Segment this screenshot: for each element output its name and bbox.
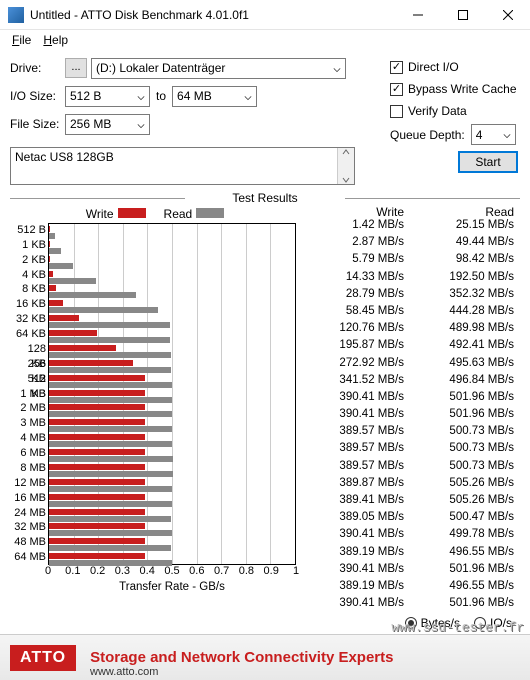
verify-data-checkbox[interactable]: Verify Data xyxy=(390,100,520,122)
table-row: 389.19 MB/s496.55 MB/s xyxy=(300,546,520,563)
chevron-up-icon xyxy=(342,148,350,156)
direct-io-checkbox[interactable]: Direct I/O xyxy=(390,56,520,78)
table-row: 1.42 MB/s25.15 MB/s xyxy=(300,219,520,236)
results-header: Test Results xyxy=(10,191,520,205)
device-textarea[interactable]: Netac US8 128GB xyxy=(10,147,355,185)
bar-chart: 00.10.20.30.40.50.60.70.80.91 Transfer R… xyxy=(10,223,300,593)
queue-depth-select[interactable]: 4 xyxy=(471,124,516,145)
drive-select[interactable]: (D:) Lokaler Datenträger xyxy=(91,58,346,79)
table-row: 2.87 MB/s49.44 MB/s xyxy=(300,236,520,253)
x-axis-title: Transfer Rate - GB/s xyxy=(48,581,296,593)
window-title: Untitled - ATTO Disk Benchmark 4.01.0f1 xyxy=(30,8,395,22)
table-row: 389.57 MB/s500.73 MB/s xyxy=(300,442,520,459)
footer-url: www.atto.com xyxy=(90,666,158,678)
chart-legend: Write Read xyxy=(10,205,300,223)
filesize-label: File Size: xyxy=(10,117,65,131)
table-row: 272.92 MB/s495.63 MB/s xyxy=(300,357,520,374)
scrollbar[interactable] xyxy=(337,148,354,184)
table-row: 390.41 MB/s501.96 MB/s xyxy=(300,563,520,580)
table-row: 389.19 MB/s496.55 MB/s xyxy=(300,580,520,597)
table-row: 14.33 MB/s192.50 MB/s xyxy=(300,271,520,288)
chevron-down-icon xyxy=(137,119,145,133)
table-row: 389.57 MB/s500.73 MB/s xyxy=(300,460,520,477)
table-row: 390.41 MB/s501.96 MB/s xyxy=(300,391,520,408)
watermark: www.ssd-tester.fr xyxy=(391,620,524,635)
iosize-label: I/O Size: xyxy=(10,89,65,103)
drive-label: Drive: xyxy=(10,61,65,75)
table-row: 120.76 MB/s489.98 MB/s xyxy=(300,322,520,339)
table-row: 28.79 MB/s352.32 MB/s xyxy=(300,288,520,305)
table-row: 341.52 MB/s496.84 MB/s xyxy=(300,374,520,391)
filesize-select[interactable]: 256 MB xyxy=(65,114,150,135)
table-row: 389.57 MB/s500.73 MB/s xyxy=(300,425,520,442)
table-row: 389.05 MB/s500.47 MB/s xyxy=(300,511,520,528)
table-row: 58.45 MB/s444.28 MB/s xyxy=(300,305,520,322)
app-icon xyxy=(8,7,24,23)
minimize-button[interactable] xyxy=(395,0,440,29)
col-read: Read xyxy=(410,205,520,219)
results-table: 1.42 MB/s25.15 MB/s2.87 MB/s49.44 MB/s5.… xyxy=(300,219,520,614)
chevron-down-icon xyxy=(137,91,145,105)
table-row: 5.79 MB/s98.42 MB/s xyxy=(300,253,520,270)
drive-value: (D:) Lokaler Datenträger xyxy=(96,61,225,75)
chevron-down-icon xyxy=(244,91,252,105)
table-row: 389.41 MB/s505.26 MB/s xyxy=(300,494,520,511)
menu-help[interactable]: Help xyxy=(37,33,74,47)
iosize-from-select[interactable]: 512 B xyxy=(65,86,150,107)
queue-depth-label: Queue Depth: xyxy=(390,128,465,142)
footer: ATTO Storage and Network Connectivity Ex… xyxy=(0,634,530,680)
start-button[interactable]: Start xyxy=(458,151,518,173)
bypass-cache-checkbox[interactable]: Bypass Write Cache xyxy=(390,78,520,100)
chevron-down-icon xyxy=(342,176,350,184)
maximize-button[interactable] xyxy=(440,0,485,29)
footer-tagline: Storage and Network Connectivity Experts xyxy=(90,649,393,666)
table-row: 390.41 MB/s501.96 MB/s xyxy=(300,408,520,425)
table-row: 389.87 MB/s505.26 MB/s xyxy=(300,477,520,494)
iosize-to-select[interactable]: 64 MB xyxy=(172,86,257,107)
table-row: 390.41 MB/s501.96 MB/s xyxy=(300,597,520,614)
chevron-down-icon xyxy=(333,63,341,77)
table-row: 195.87 MB/s492.41 MB/s xyxy=(300,339,520,356)
close-button[interactable] xyxy=(485,0,530,29)
to-label: to xyxy=(156,89,166,103)
table-row: 390.41 MB/s499.78 MB/s xyxy=(300,528,520,545)
chevron-down-icon xyxy=(503,129,511,143)
col-write: Write xyxy=(300,205,410,219)
menu-file[interactable]: File xyxy=(6,33,37,47)
atto-logo: ATTO xyxy=(10,645,76,671)
drive-browse-button[interactable]: ... xyxy=(65,58,87,78)
